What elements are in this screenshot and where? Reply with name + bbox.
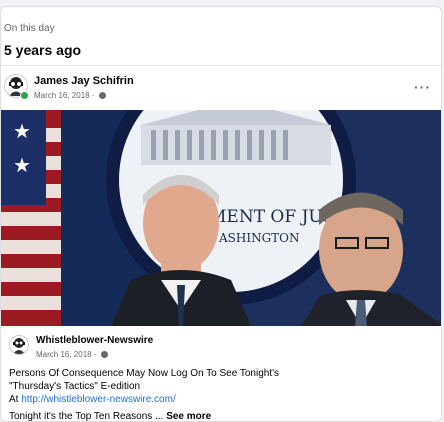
tonight-text: Tonight it's the Top Ten Reasons ... bbox=[9, 411, 167, 422]
flag-stripes: ★ ★ bbox=[1, 110, 61, 326]
website-link[interactable]: http://whistleblower-newswire.com/ bbox=[21, 394, 176, 405]
svg-text:★: ★ bbox=[13, 119, 31, 143]
divider bbox=[1, 65, 441, 66]
body-line-2: "Thursday's Tactics" E-edition bbox=[9, 381, 141, 392]
shared-author-avatar[interactable] bbox=[9, 335, 29, 355]
globe-icon bbox=[98, 92, 106, 100]
memory-card: On this day 5 years ago James Jay Schifr… bbox=[0, 6, 442, 422]
shared-avatar-icon bbox=[13, 338, 25, 354]
post-date[interactable]: March 16, 2018 · bbox=[34, 91, 106, 100]
at-label: At bbox=[9, 394, 22, 405]
shared-author-name[interactable]: Whistleblower-Newswire bbox=[36, 335, 153, 346]
post-author-name[interactable]: James Jay Schifrin bbox=[34, 75, 134, 87]
globe-icon bbox=[100, 351, 108, 359]
see-more-link[interactable]: See more bbox=[166, 411, 211, 421]
memory-label: On this day bbox=[4, 23, 55, 34]
svg-text:★: ★ bbox=[13, 153, 31, 177]
memory-title: 5 years ago bbox=[4, 42, 82, 58]
shared-post-body: Persons Of Consequence May Now Log On To… bbox=[9, 367, 309, 406]
online-status-indicator bbox=[20, 91, 29, 100]
body-line-1: Persons Of Consequence May Now Log On To… bbox=[9, 368, 280, 379]
post-photo[interactable]: ★ ★ MENT OF JUSTI ASHINGTON bbox=[1, 110, 442, 326]
page-background: On this day 5 years ago James Jay Schifr… bbox=[0, 0, 444, 422]
seal-subtext: ASHINGTON bbox=[218, 231, 300, 245]
body-line-3: At http://whistleblower-newswire.com/ bbox=[9, 393, 309, 406]
shared-date-text: March 16, 2018 · bbox=[36, 350, 97, 359]
shared-post-date[interactable]: March 16, 2018 · bbox=[36, 350, 108, 359]
more-options-icon[interactable]: ··· bbox=[414, 79, 431, 95]
tonight-line: Tonight it's the Top Ten Reasons ... See… bbox=[9, 411, 211, 422]
post-date-text: March 16, 2018 · bbox=[34, 91, 95, 100]
